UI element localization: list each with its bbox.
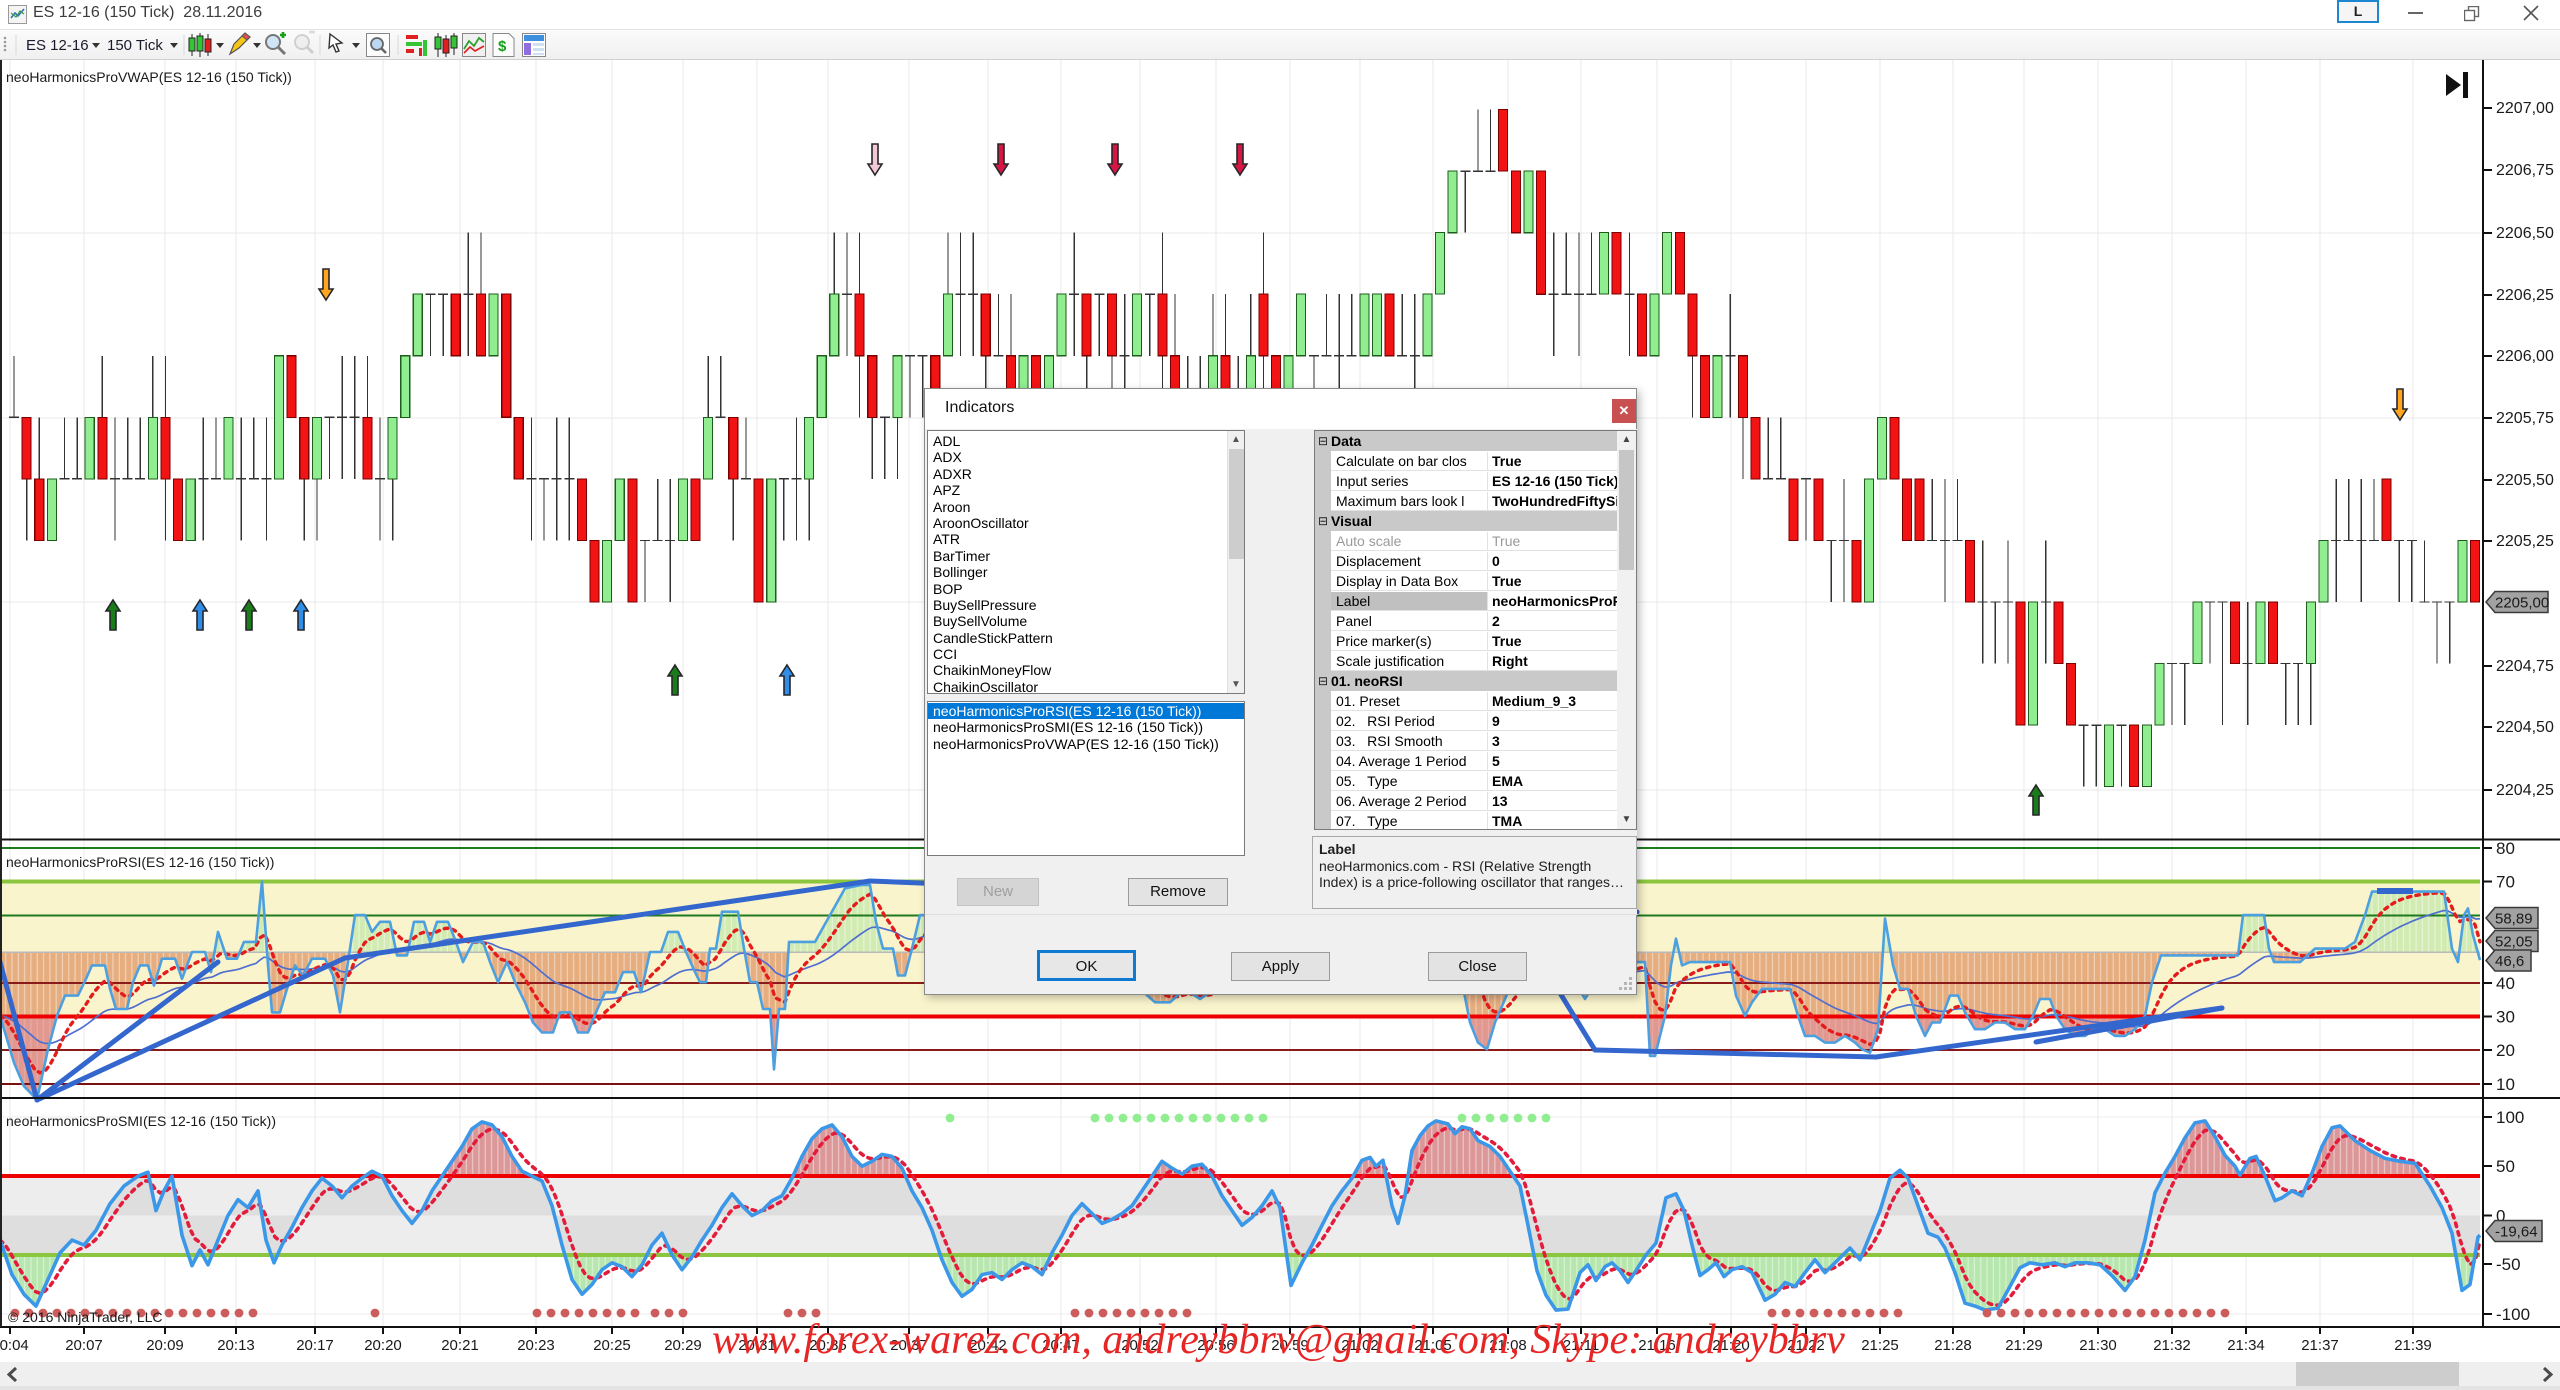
svg-text:-50: -50 — [2496, 1255, 2521, 1274]
svg-text:neoHarmonicsProSMI(ES 12-16 (1: neoHarmonicsProSMI(ES 12-16 (150 Tick)) — [6, 1113, 276, 1129]
svg-text:20:23: 20:23 — [517, 1337, 555, 1354]
svg-text:21:37: 21:37 — [2301, 1337, 2339, 1354]
svg-text:21:29: 21:29 — [2005, 1337, 2043, 1354]
svg-text:2206,75: 2206,75 — [2496, 162, 2554, 179]
svg-text:70: 70 — [2496, 873, 2515, 892]
svg-text:2206,25: 2206,25 — [2496, 287, 2554, 304]
svg-text:40: 40 — [2496, 974, 2515, 993]
svg-text:80: 80 — [2496, 839, 2515, 858]
svg-text:2207,00: 2207,00 — [2496, 100, 2554, 117]
svg-text:2205,00: 2205,00 — [2495, 595, 2549, 612]
svg-text:20:13: 20:13 — [217, 1337, 255, 1354]
svg-text:2204,25: 2204,25 — [2496, 782, 2554, 799]
svg-text:50: 50 — [2496, 1157, 2515, 1176]
svg-text:20:25: 20:25 — [593, 1337, 631, 1354]
svg-text:21:28: 21:28 — [1934, 1337, 1972, 1354]
svg-text:ES 12-16: ES 12-16 — [26, 37, 89, 54]
svg-text:20:20: 20:20 — [364, 1337, 402, 1354]
svg-text:21:32: 21:32 — [2153, 1337, 2191, 1354]
svg-text:52,05: 52,05 — [2495, 934, 2533, 951]
svg-text:150 Tick: 150 Tick — [107, 37, 163, 54]
svg-text:58,89: 58,89 — [2495, 911, 2533, 928]
svg-text:2205,25: 2205,25 — [2496, 533, 2554, 550]
svg-text:21:34: 21:34 — [2227, 1337, 2265, 1354]
svg-text:neoHarmonicsProVWAP(ES 12-16 (: neoHarmonicsProVWAP(ES 12-16 (150 Tick)) — [6, 69, 292, 85]
svg-text:2205,75: 2205,75 — [2496, 410, 2554, 427]
svg-text:10: 10 — [2496, 1075, 2515, 1094]
svg-text:20:29: 20:29 — [664, 1337, 702, 1354]
svg-text:21:25: 21:25 — [1861, 1337, 1899, 1354]
svg-text:2206,50: 2206,50 — [2496, 225, 2554, 242]
svg-text:46,6: 46,6 — [2495, 953, 2524, 970]
svg-text:neoHarmonicsProRSI(ES 12-16 (1: neoHarmonicsProRSI(ES 12-16 (150 Tick)) — [6, 854, 274, 870]
svg-text:20:21: 20:21 — [441, 1337, 479, 1354]
svg-text:2204,75: 2204,75 — [2496, 658, 2554, 675]
svg-text:20:04: 20:04 — [0, 1337, 29, 1354]
svg-text:$: $ — [498, 38, 507, 55]
svg-text:2206,00: 2206,00 — [2496, 348, 2554, 365]
svg-text:20:09: 20:09 — [146, 1337, 184, 1354]
svg-text:21:30: 21:30 — [2079, 1337, 2117, 1354]
svg-text:21:39: 21:39 — [2394, 1337, 2432, 1354]
svg-text:2204,50: 2204,50 — [2496, 719, 2554, 736]
svg-text:20: 20 — [2496, 1041, 2515, 1060]
svg-text:© 2016 NinjaTrader, LLC: © 2016 NinjaTrader, LLC — [8, 1309, 163, 1325]
svg-text:20:07: 20:07 — [65, 1337, 103, 1354]
svg-text:100: 100 — [2496, 1108, 2524, 1127]
svg-text:2205,50: 2205,50 — [2496, 472, 2554, 489]
svg-text:-100: -100 — [2496, 1305, 2530, 1324]
svg-text:20:17: 20:17 — [296, 1337, 334, 1354]
svg-text:-19,64: -19,64 — [2495, 1224, 2538, 1241]
svg-text:30: 30 — [2496, 1008, 2515, 1027]
